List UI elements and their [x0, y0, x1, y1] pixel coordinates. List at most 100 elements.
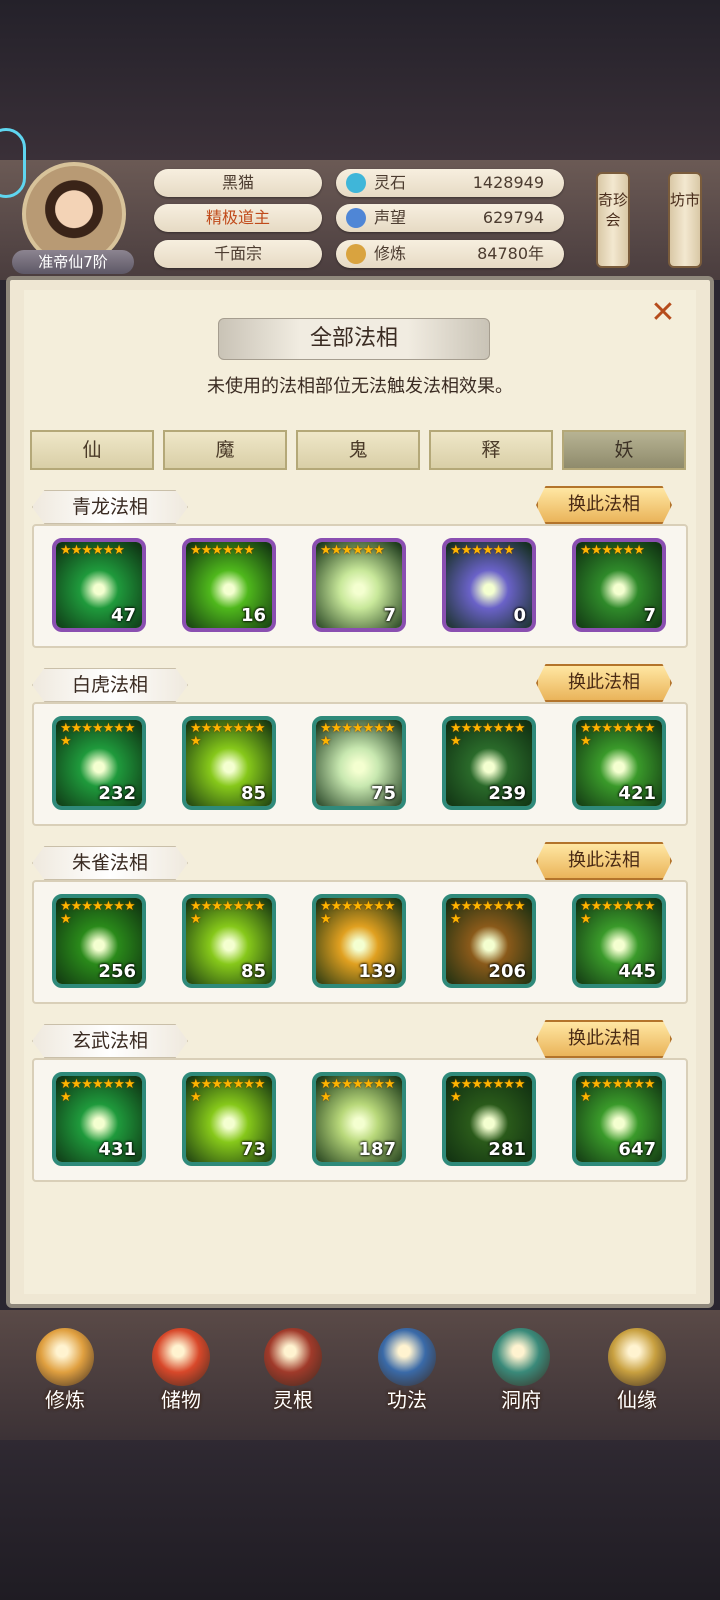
star-rating: ★★★★★★★★	[190, 899, 266, 927]
tab-gui[interactable]: 鬼	[296, 430, 420, 470]
facet-card[interactable]: ★★★★★★ 16	[182, 538, 276, 632]
section-title: 白虎法相	[32, 668, 192, 702]
storage-bag-icon	[152, 1328, 210, 1386]
star-rating: ★★★★★★★★	[580, 899, 656, 927]
cultivation-icon	[36, 1328, 94, 1386]
swap-facet-button[interactable]: 换此法相	[536, 664, 672, 702]
facet-card[interactable]: ★★★★★★★★ 445	[572, 894, 666, 988]
stat-label: 修炼	[374, 244, 407, 263]
facet-card[interactable]: ★★★★★★★★ 85	[182, 716, 276, 810]
stat-label: 灵石	[374, 173, 407, 192]
facet-count: 256	[98, 961, 136, 982]
facet-card[interactable]: ★★★★★★ 7	[572, 538, 666, 632]
facet-card[interactable]: ★★★★★★★★ 139	[312, 894, 406, 988]
star-rating: ★★★★★★	[320, 543, 385, 558]
nav-label: 洞府	[501, 1388, 541, 1412]
stat-value: 629794	[482, 208, 544, 227]
nav-item[interactable]: 储物	[126, 1318, 236, 1438]
facet-count: 139	[358, 961, 396, 982]
star-rating: ★★★★★★	[450, 543, 515, 558]
treasure-fair-button[interactable]: 奇珍会	[596, 172, 630, 268]
nav-label: 功法	[387, 1388, 427, 1412]
nav-label: 修炼	[45, 1388, 85, 1412]
swap-facet-button[interactable]: 换此法相	[536, 842, 672, 880]
immortal-fate-icon	[608, 1328, 666, 1386]
nav-item[interactable]: 仙缘	[582, 1318, 692, 1438]
section-title-label: 朱雀法相	[32, 846, 188, 880]
side-indicator[interactable]	[0, 128, 26, 198]
cultivation-stat: 修炼 84780年	[336, 240, 564, 268]
facet-card[interactable]: ★★★★★★★★ 421	[572, 716, 666, 810]
facet-count: 187	[358, 1139, 396, 1160]
tab-yao[interactable]: 妖	[562, 430, 686, 470]
facet-card[interactable]: ★★★★★★★★ 647	[572, 1072, 666, 1166]
facet-count: 647	[618, 1139, 656, 1160]
stat-label: 声望	[374, 208, 407, 227]
facet-count: 421	[618, 783, 656, 804]
tab-mo[interactable]: 魔	[163, 430, 287, 470]
cave-dwelling-icon	[492, 1328, 550, 1386]
nav-item[interactable]: 功法	[352, 1318, 462, 1438]
spirit-root-icon	[264, 1328, 322, 1386]
star-rating: ★★★★★★	[190, 543, 255, 558]
facet-count: 232	[98, 783, 136, 804]
star-rating: ★★★★★★	[60, 543, 125, 558]
panel-subtitle: 未使用的法相部位无法触发法相效果。	[207, 376, 513, 397]
facet-card[interactable]: ★★★★★★★★ 85	[182, 894, 276, 988]
bottom-background	[0, 1440, 720, 1600]
star-rating: ★★★★★★★★	[60, 721, 136, 749]
nav-item[interactable]: 灵根	[238, 1318, 348, 1438]
facet-card[interactable]: ★★★★★★ 0	[442, 538, 536, 632]
facet-count: 281	[488, 1139, 526, 1160]
swap-facet-button[interactable]: 换此法相	[536, 1020, 672, 1058]
facet-card[interactable]: ★★★★★★★★ 281	[442, 1072, 536, 1166]
close-icon[interactable]: ✕	[648, 298, 678, 328]
facet-count: 85	[240, 783, 266, 804]
nav-label: 储物	[161, 1388, 201, 1412]
facet-count: 73	[240, 1139, 266, 1160]
prestige-icon	[346, 208, 366, 228]
facet-card[interactable]: ★★★★★★ 47	[52, 538, 146, 632]
tab-shi[interactable]: 释	[429, 430, 553, 470]
star-rating: ★★★★★★★★	[450, 899, 526, 927]
star-rating: ★★★★★★★★	[580, 1077, 656, 1105]
section-title: 朱雀法相	[32, 846, 192, 880]
swap-facet-button[interactable]: 换此法相	[536, 486, 672, 524]
section-title-label: 青龙法相	[32, 490, 188, 524]
market-button[interactable]: 坊市	[668, 172, 702, 268]
star-rating: ★★★★★★★★	[190, 1077, 266, 1105]
nav-item[interactable]: 洞府	[466, 1318, 576, 1438]
facet-card[interactable]: ★★★★★★★★ 239	[442, 716, 536, 810]
facet-card[interactable]: ★★★★★★★★ 187	[312, 1072, 406, 1166]
facet-count: 431	[98, 1139, 136, 1160]
nav-item[interactable]: 修炼	[10, 1318, 120, 1438]
star-rating: ★★★★★★★★	[190, 721, 266, 749]
tab-xian[interactable]: 仙	[30, 430, 154, 470]
star-rating: ★★★★★★★★	[320, 721, 396, 749]
facet-card[interactable]: ★★★★★★★★ 206	[442, 894, 536, 988]
spirit-stone-stat: 灵石 1428949	[336, 169, 564, 197]
facet-card[interactable]: ★★★★★★★★ 232	[52, 716, 146, 810]
star-rating: ★★★★★★★★	[320, 899, 396, 927]
top-background	[0, 0, 720, 160]
facet-count: 47	[110, 605, 136, 626]
facet-count: 7	[643, 605, 656, 626]
facet-count: 85	[240, 961, 266, 982]
meditation-icon	[346, 244, 366, 264]
facet-count: 0	[513, 605, 526, 626]
player-title: 精极道主	[154, 204, 322, 232]
facet-count: 7	[383, 605, 396, 626]
facet-card[interactable]: ★★★★★★★★ 73	[182, 1072, 276, 1166]
rank-badge: 准帝仙7阶	[12, 250, 134, 274]
section-title: 青龙法相	[32, 490, 192, 524]
facet-card[interactable]: ★★★★★★★★ 75	[312, 716, 406, 810]
facet-count: 75	[370, 783, 396, 804]
stat-value: 1428949	[472, 173, 544, 192]
player-sect: 千面宗	[154, 240, 322, 268]
star-rating: ★★★★★★★★	[320, 1077, 396, 1105]
facet-card[interactable]: ★★★★★★★★ 256	[52, 894, 146, 988]
facet-card[interactable]: ★★★★★★★★ 431	[52, 1072, 146, 1166]
stat-value: 84780年	[477, 244, 544, 263]
facet-card[interactable]: ★★★★★★ 7	[312, 538, 406, 632]
facet-count: 239	[488, 783, 526, 804]
